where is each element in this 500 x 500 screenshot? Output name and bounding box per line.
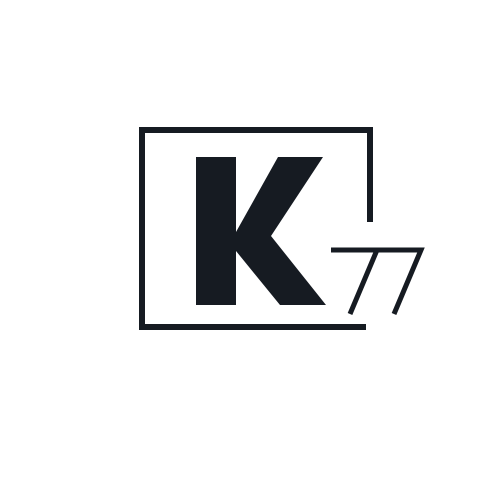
logo-letter-k xyxy=(196,157,326,305)
logo-number-second-7 xyxy=(375,247,425,315)
logo-number-first-7 xyxy=(331,247,381,315)
k77-logo: K 77 xyxy=(0,0,500,500)
k77-logo-mark xyxy=(139,127,425,330)
